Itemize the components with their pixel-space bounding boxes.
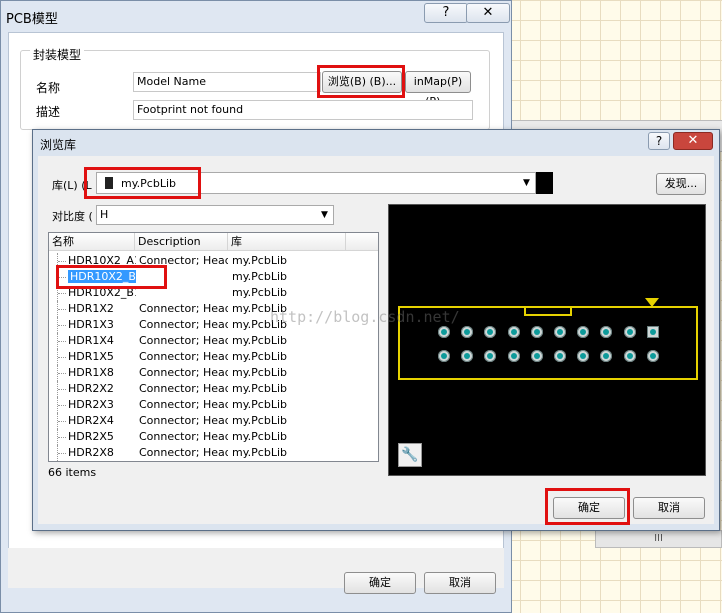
pcb-model-dialog-title: PCB模型 (6, 12, 58, 27)
footprint-library: my.PcbLib (232, 382, 287, 395)
footprint-description: Connector; Heade (139, 398, 228, 411)
footprint-library: my.PcbLib (232, 270, 287, 283)
footprint-name: HDR1X5 (68, 350, 114, 363)
highlight-browse-button (317, 65, 405, 98)
highlight-library-select (84, 167, 201, 199)
tree-connector (57, 429, 68, 445)
footprint-library: my.PcbLib (232, 334, 287, 347)
tree-connector (57, 333, 68, 349)
description-input[interactable]: Footprint not found (133, 100, 473, 120)
chevron-down-icon: ▼ (321, 210, 328, 220)
footprint-description: Connector; Heade (139, 366, 228, 379)
table-row[interactable]: HDR1X5 Connector; Heade my.PcbLib (49, 349, 349, 365)
footprint-name: HDR2X8 (68, 446, 114, 459)
footprint-description: Connector; Heade (139, 302, 228, 315)
footprint-pad (438, 350, 450, 362)
footprint-description: Connector; Heade (139, 446, 228, 459)
tree-connector (57, 381, 68, 397)
tree-connector (57, 317, 68, 333)
preview-tools-icon[interactable]: 🔧 (398, 443, 422, 467)
footprint-library: my.PcbLib (232, 414, 287, 427)
footprint-description: Connector; Heade (139, 382, 228, 395)
footprint-pad (554, 350, 566, 362)
footprint-library: my.PcbLib (232, 430, 287, 443)
mask-combo[interactable]: H ▼ (96, 205, 334, 225)
table-row[interactable]: HDR2X2 Connector; Heade my.PcbLib (49, 381, 349, 397)
footprint-pad (646, 350, 659, 362)
tree-connector (57, 413, 68, 429)
tree-connector (57, 397, 68, 413)
name-label: 名称 (36, 81, 61, 95)
footprint-library: my.PcbLib (232, 286, 287, 299)
footprint-name: HDR2X4 (68, 414, 114, 427)
description-label: 描述 (36, 105, 61, 119)
highlight-selected-footprint (56, 265, 167, 289)
footprint-pad (554, 326, 566, 338)
outer-help-button[interactable]: ? (424, 3, 468, 23)
footprint-library: my.PcbLib (232, 254, 287, 267)
footprint-name: HDR1X4 (68, 334, 114, 347)
outer-ok-button[interactable]: 确定 (344, 572, 416, 594)
footprint-pad (623, 350, 636, 362)
chevron-down-icon: ▼ (523, 178, 530, 188)
footprint-name: HDR1X3 (68, 318, 114, 331)
watermark-text: http://blog.csdn.net/ (270, 308, 460, 326)
pin1-notch (524, 306, 572, 316)
table-row[interactable]: HDR1X4 Connector; Heade my.PcbLib (49, 333, 349, 349)
footprint-list-header: 名称 Description 库 (49, 233, 378, 251)
footprint-library: my.PcbLib (232, 350, 287, 363)
scrollbar-grip: III (654, 533, 663, 544)
outer-close-button[interactable]: ✕ (466, 3, 510, 23)
footprint-pad (507, 326, 520, 338)
tree-connector (57, 301, 68, 317)
pin1-marker-icon (645, 298, 659, 307)
table-row[interactable]: HDR2X8 Connector; Heade my.PcbLib (49, 445, 349, 461)
footprint-pad (530, 350, 543, 362)
footprint-library: my.PcbLib (232, 366, 287, 379)
footprint-description: Connector; Heade (139, 334, 228, 347)
column-header-description[interactable]: Description (135, 233, 228, 251)
footprint-name: HDR1X2 (68, 302, 114, 315)
footprint-name: HDR2X3 (68, 398, 114, 411)
column-header-library[interactable]: 库 (228, 233, 346, 251)
table-row[interactable]: HDR1X8 Connector; Heade my.PcbLib (49, 365, 349, 381)
table-row[interactable]: HDR2X3 Connector; Heade my.PcbLib (49, 397, 349, 413)
browse-library-title: 浏览库 (40, 138, 77, 152)
footprint-name: HDR2X5 (68, 430, 114, 443)
browse-help-button[interactable]: ? (648, 132, 670, 150)
tree-connector (57, 349, 68, 365)
editor-scrollbar[interactable]: III (595, 530, 722, 548)
column-header-name[interactable]: 名称 (49, 233, 135, 251)
footprint-description: Connector; Heade (139, 414, 228, 427)
footprint-pad (530, 326, 543, 338)
outer-cancel-button[interactable]: 取消 (424, 572, 496, 594)
highlight-ok-button (545, 488, 630, 525)
footprint-pad (507, 350, 520, 362)
footprint-description: Connector; Heade (139, 318, 228, 331)
discover-button[interactable]: 发现... (656, 173, 706, 195)
footprint-name: HDR1X8 (68, 366, 114, 379)
footprint-pad (646, 326, 659, 338)
footprint-name: HDR2X2 (68, 382, 114, 395)
library-color-swatch (536, 172, 553, 194)
footprint-model-group-title: 封装模型 (30, 46, 85, 63)
table-row[interactable]: HDR2X4 Connector; Heade my.PcbLib (49, 413, 349, 429)
model-name-input[interactable]: Model Name (133, 72, 321, 92)
browse-close-button[interactable]: ✕ (673, 132, 713, 150)
footprint-pad (438, 326, 450, 338)
item-count: 66 items (48, 466, 97, 479)
pin-map-button[interactable]: inMap(P) (P)... (405, 71, 471, 108)
footprint-description: Connector; Heade (139, 430, 228, 443)
footprint-pad (623, 326, 636, 338)
mask-combo-value: H (100, 208, 109, 221)
table-row[interactable]: HDR2X5 Connector; Heade my.PcbLib (49, 429, 349, 445)
mask-label: 对比度 ( (52, 210, 93, 223)
footprint-library: my.PcbLib (232, 398, 287, 411)
tree-connector (57, 445, 68, 461)
tree-connector (57, 365, 68, 381)
browse-cancel-button[interactable]: 取消 (633, 497, 705, 519)
footprint-description: Connector; Heade (139, 350, 228, 363)
footprint-library: my.PcbLib (232, 446, 287, 459)
